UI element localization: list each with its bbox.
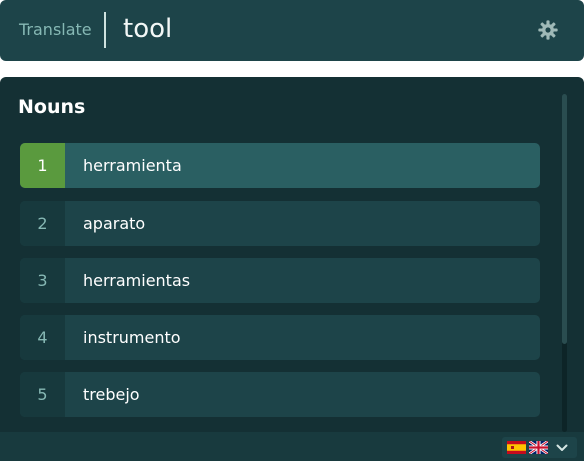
part-of-speech-heading: Nouns: [18, 96, 86, 118]
spain-flag-icon: [507, 441, 526, 454]
translation-word: trebejo: [83, 385, 140, 404]
translation-item-5[interactable]: 5 trebejo: [20, 372, 540, 417]
chevron-down-icon: [556, 444, 568, 451]
item-number: 3: [20, 258, 65, 303]
translation-item-1[interactable]: 1 herramienta: [20, 143, 540, 188]
translation-item-4[interactable]: 4 instrumento: [20, 315, 540, 360]
item-number: 5: [20, 372, 65, 417]
translation-item-3[interactable]: 3 herramientas: [20, 258, 540, 303]
language-switch-button[interactable]: [502, 437, 577, 458]
translation-word: aparato: [83, 214, 146, 233]
translation-item-2[interactable]: 2 aparato: [20, 201, 540, 246]
item-number: 2: [20, 201, 65, 246]
translator-app: Translate Nouns 1 herramienta: [0, 0, 584, 461]
item-number: 4: [20, 315, 65, 360]
item-number: 1: [20, 143, 65, 188]
scrollbar-thumb[interactable]: [562, 94, 567, 344]
translation-word: instrumento: [83, 328, 181, 347]
translate-bar: Translate: [0, 0, 584, 61]
search-input[interactable]: [123, 12, 503, 46]
translation-word: herramienta: [83, 156, 182, 175]
translate-label: Translate: [19, 20, 92, 39]
footer-bar: [0, 432, 584, 461]
uk-flag-icon: [529, 441, 548, 454]
settings-gear-icon[interactable]: [537, 19, 559, 41]
search-divider: [104, 12, 106, 48]
results-panel: Nouns 1 herramienta 2 aparato 3 herramie…: [0, 77, 584, 461]
translation-word: herramientas: [83, 271, 191, 290]
